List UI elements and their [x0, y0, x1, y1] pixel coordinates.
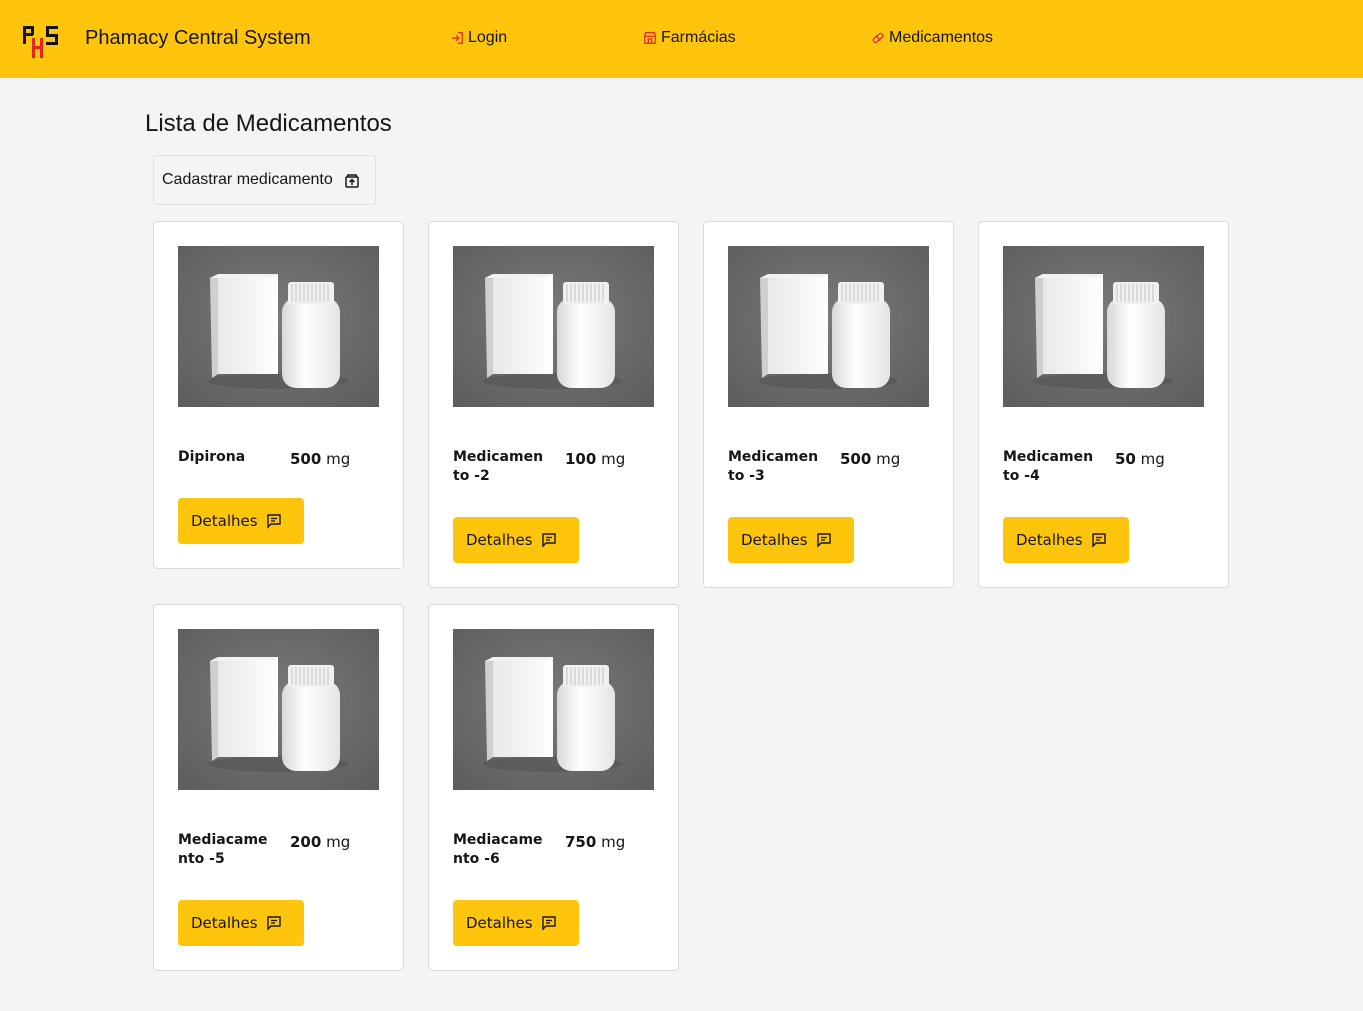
login-icon: [451, 32, 463, 44]
app-title[interactable]: Phamacy Central System: [85, 27, 311, 50]
product-image-graphic: [178, 246, 379, 407]
details-button[interactable]: Detalhes: [178, 900, 304, 946]
dose-unit: mg: [876, 450, 901, 468]
medication-image: [178, 629, 379, 790]
nav-login[interactable]: Login: [450, 29, 507, 47]
medication-dose: 500 mg: [290, 450, 350, 468]
dose-unit: mg: [326, 833, 351, 851]
medication-card: Mediacame nto -5 200 mg Detalhes: [153, 604, 404, 971]
product-image-graphic: [728, 246, 929, 407]
medication-name: Mediacame nto -6: [453, 832, 543, 867]
nav-farmacias-label: Farmácias: [661, 29, 736, 46]
medication-image: [178, 246, 379, 407]
details-button-label: Detalhes: [741, 531, 808, 549]
medication-card: Medicamen to -4 50 mg Detalhes: [978, 221, 1229, 588]
medication-dose: 750 mg: [565, 833, 625, 851]
chat-icon: [817, 533, 831, 548]
medication-name: Medicamen to -4: [1003, 449, 1094, 484]
medication-image: [1003, 246, 1204, 407]
medication-dose: 500 mg: [840, 450, 900, 468]
details-button[interactable]: Detalhes: [728, 517, 854, 563]
add-box-icon: [345, 174, 359, 188]
dose-value: 500: [290, 450, 322, 468]
product-image-graphic: [453, 629, 654, 790]
medication-card: Medicamen to -2 100 mg Detalhes: [428, 221, 679, 588]
chat-icon: [267, 514, 281, 529]
medication-card: Mediacame nto -6 750 mg Detalhes: [428, 604, 679, 971]
medication-name: Dipirona: [178, 449, 246, 465]
details-button-label: Detalhes: [466, 914, 533, 932]
details-button[interactable]: Detalhes: [1003, 517, 1129, 563]
top-header: Phamacy Central System Login Farmácias M…: [0, 0, 1363, 78]
page-title: Lista de Medicamentos: [145, 110, 392, 137]
nav-medicamentos-label: Medicamentos: [889, 29, 994, 46]
dose-value: 100: [565, 450, 597, 468]
app-logo[interactable]: [22, 24, 60, 60]
medication-dose: 200 mg: [290, 833, 350, 851]
chat-icon: [542, 916, 556, 931]
dose-unit: mg: [601, 450, 626, 468]
medication-dose: 50 mg: [1115, 450, 1165, 468]
dose-value: 750: [565, 833, 597, 851]
medication-image: [728, 246, 929, 407]
store-icon: [643, 32, 657, 44]
chat-icon: [1092, 533, 1106, 548]
medication-name: Mediacame nto -5: [178, 832, 268, 867]
details-button[interactable]: Detalhes: [453, 900, 579, 946]
nav-farmacias[interactable]: Farmácias: [643, 29, 736, 47]
details-button[interactable]: Detalhes: [178, 498, 304, 544]
dose-unit: mg: [601, 833, 626, 851]
medication-image: [453, 246, 654, 407]
dose-unit: mg: [1140, 450, 1165, 468]
dose-value: 50: [1115, 450, 1136, 468]
medication-card: Dipirona 500 mg Detalhes: [153, 221, 404, 569]
medication-name: Medicamen to -2: [453, 449, 544, 484]
product-image-graphic: [453, 246, 654, 407]
details-button-label: Detalhes: [191, 914, 258, 932]
details-button-label: Detalhes: [466, 531, 533, 549]
add-medication-button[interactable]: Cadastrar medicamento: [153, 155, 376, 205]
product-image-graphic: [178, 629, 379, 790]
details-button-label: Detalhes: [191, 512, 258, 530]
chat-icon: [542, 533, 556, 548]
details-button[interactable]: Detalhes: [453, 517, 579, 563]
product-image-graphic: [1003, 246, 1204, 407]
add-medication-label: Cadastrar medicamento: [162, 171, 333, 188]
dose-value: 500: [840, 450, 872, 468]
chat-icon: [267, 916, 281, 931]
dose-unit: mg: [326, 450, 351, 468]
nav-login-label: Login: [468, 29, 508, 46]
medication-image: [453, 629, 654, 790]
nav-medicamentos[interactable]: Medicamentos: [871, 29, 993, 47]
medication-card: Medicamen to -3 500 mg Detalhes: [703, 221, 954, 588]
medication-name: Medicamen to -3: [728, 449, 819, 484]
pill-icon: [872, 32, 884, 44]
medication-dose: 100 mg: [565, 450, 625, 468]
details-button-label: Detalhes: [1016, 531, 1083, 549]
dose-value: 200: [290, 833, 322, 851]
